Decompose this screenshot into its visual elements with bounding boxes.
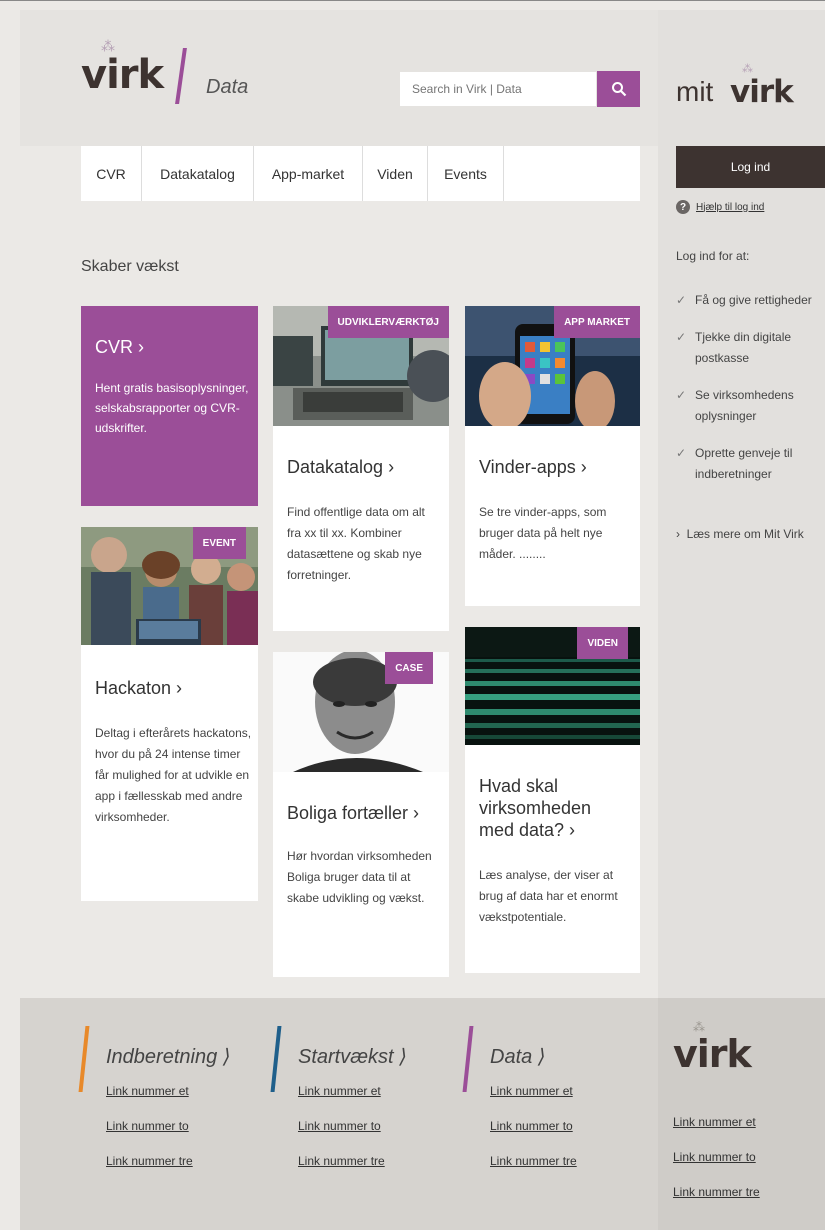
card-text: Hent gratis basisoplysninger, selskabsra…	[95, 381, 249, 435]
virk-logo[interactable]: ⁂ virk	[81, 38, 181, 108]
sidebar-heading: Log ind for at:	[676, 249, 750, 263]
check-icon: ✓	[676, 293, 687, 307]
check-icon: ✓	[676, 330, 687, 344]
help-icon: ?	[676, 200, 690, 214]
card-title: Hvad skal virksomheden med data? ›	[479, 776, 592, 840]
check-icon: ✓	[676, 388, 687, 402]
footer-side-link[interactable]: Link nummer tre	[673, 1185, 760, 1199]
cvr-card[interactable]: CVR › Hent gratis basisoplysninger, sels…	[81, 306, 258, 506]
hvad-skal-card[interactable]: VIDEN Hvad skal virksomheden med data? ›…	[465, 627, 640, 973]
footer-link[interactable]: Link nummer to	[490, 1119, 573, 1133]
list-item: ✓ Se virksomhedens oplysninger	[676, 385, 825, 427]
nav-item-app-market[interactable]: App-market	[254, 146, 363, 201]
nav-item-cvr[interactable]: CVR	[81, 146, 142, 201]
footer-link[interactable]: Link nummer et	[298, 1084, 381, 1098]
card-text: Find offentlige data om alt fra xx til x…	[287, 505, 425, 582]
help-link[interactable]: Hjælp til log ind	[696, 202, 764, 213]
check-icon: ✓	[676, 446, 687, 460]
list-item-label: Få og give rettigheder	[695, 293, 812, 307]
mit-virk-text: virk	[730, 74, 794, 110]
card-title: Datakatalog ›	[287, 457, 395, 477]
footer-link[interactable]: Link nummer to	[106, 1119, 189, 1133]
nav-item-viden[interactable]: Viden	[363, 146, 428, 201]
logo-subtitle: Data	[206, 76, 249, 98]
card-text: Hør hvordan virksomheden Boliga bruger d…	[287, 849, 432, 905]
top-divider	[0, 0, 825, 1]
card-title: Hackaton ›	[95, 678, 183, 698]
list-item: ✓ Få og give rettigheder	[676, 290, 825, 311]
sidebar-benefits: ✓ Få og give rettigheder ✓ Tjekke din digi…	[676, 290, 825, 501]
footer-link[interactable]: Link nummer tre	[106, 1154, 193, 1168]
footer-link[interactable]: Link nummer et	[490, 1084, 573, 1098]
footer-side-link[interactable]: Link nummer to	[673, 1150, 756, 1164]
card-tag: UDVIKLERVÆRKTØJ	[327, 306, 449, 338]
footer-link[interactable]: Link nummer to	[298, 1119, 381, 1133]
footer-side-link[interactable]: Link nummer et	[673, 1115, 756, 1129]
mit-virk-logo[interactable]: mit ⁂ virk	[676, 62, 806, 112]
chevron-right-icon: ›	[676, 527, 680, 541]
card-text: Deltag i efterårets hackatons, hvor du p…	[95, 726, 252, 824]
footer-link[interactable]: Link nummer tre	[298, 1154, 385, 1168]
vinder-apps-card[interactable]: APP MARKET Vinder-apps › Se tre vinder-a…	[465, 306, 640, 606]
card-title: Vinder-apps ›	[479, 457, 587, 477]
login-button[interactable]: Log ind	[676, 146, 825, 188]
footer-logo-text: virk	[673, 1032, 752, 1076]
card-text: Læs analyse, der viser at brug af data h…	[479, 868, 618, 924]
list-item: ✓ Oprette genveje til indberetninger	[676, 443, 825, 485]
hackaton-card[interactable]: EVENT Hackaton › Deltag i efterårets hac…	[81, 527, 258, 901]
list-item-label: Tjekke din digitale postkasse	[695, 330, 792, 365]
mit-text: mit	[676, 76, 714, 107]
card-text: Se tre vinder-apps, som bruger data på h…	[479, 505, 607, 561]
card-tag: APP MARKET	[554, 306, 640, 338]
main-nav: CVR Datakatalog App-market Viden Events	[81, 146, 640, 201]
page: ⁂ virk Data mit ⁂ virk CVR Datakatalog A…	[0, 0, 825, 1230]
card-tag: EVENT	[192, 527, 246, 559]
section-heading: Skaber vækst	[81, 258, 179, 275]
card-tag: VIDEN	[577, 627, 628, 659]
nav-item-datakatalog[interactable]: Datakatalog	[142, 146, 254, 201]
list-item-label: Se virksomhedens oplysninger	[695, 388, 794, 423]
nav-item-events[interactable]: Events	[428, 146, 504, 201]
footer-heading[interactable]: Indberetning ⟩	[106, 1044, 231, 1069]
footer-heading[interactable]: Data ⟩	[490, 1044, 546, 1069]
footer-virk-logo[interactable]: ⁂ virk	[673, 1020, 773, 1090]
card-tag: CASE	[385, 652, 433, 684]
read-more-label: Læs mere om Mit Virk	[686, 527, 804, 541]
boliga-card[interactable]: CASE Boliga fortæller › Hør hvordan virk…	[273, 652, 449, 977]
search-box	[400, 72, 596, 106]
card-title: CVR ›	[95, 337, 144, 357]
list-item-label: Oprette genveje til indberetninger	[695, 446, 793, 481]
search-input[interactable]	[400, 72, 590, 106]
search-icon	[611, 82, 626, 97]
help-row: ? Hjælp til log ind	[676, 200, 764, 214]
read-more-link[interactable]: › Læs mere om Mit Virk	[676, 527, 804, 541]
footer-link[interactable]: Link nummer tre	[490, 1154, 577, 1168]
card-title: Boliga fortæller ›	[287, 803, 420, 823]
list-item: ✓ Tjekke din digitale postkasse	[676, 327, 825, 369]
search-button[interactable]	[597, 71, 640, 107]
logo-text: virk	[81, 52, 164, 98]
datakatalog-card[interactable]: UDVIKLERVÆRKTØJ Datakatalog › Find offen…	[273, 306, 449, 631]
footer-heading[interactable]: Startvækst ⟩	[298, 1044, 407, 1069]
footer-link[interactable]: Link nummer et	[106, 1084, 189, 1098]
